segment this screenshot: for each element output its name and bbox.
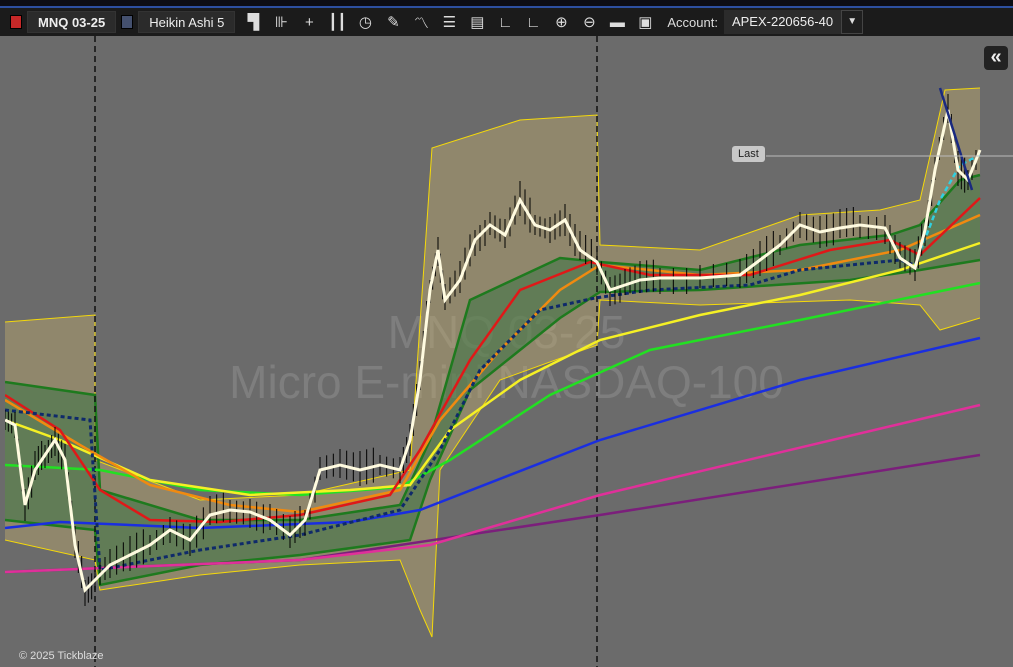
account-label: Account: <box>667 14 718 30</box>
window-top-bar <box>0 0 1013 8</box>
axis-icon[interactable]: ∟ <box>491 14 519 31</box>
account-selector[interactable]: APEX-220656-40 <box>723 10 842 34</box>
chevron-down-icon[interactable]: ▼ <box>841 10 864 34</box>
symbol-color-swatch[interactable] <box>10 15 22 29</box>
price-chart[interactable] <box>5 36 1013 667</box>
folder-icon[interactable]: ▬ <box>603 14 631 31</box>
collapse-panel-button[interactable]: « <box>984 46 1008 70</box>
save-icon[interactable]: ▣ <box>631 13 659 31</box>
crosshair-icon[interactable]: + <box>295 14 323 31</box>
indicator-icon[interactable]: 〽 <box>407 12 435 33</box>
layout-icon[interactable]: ▜ <box>239 13 267 31</box>
list-icon[interactable]: ☰ <box>435 13 463 31</box>
zoom-out-icon[interactable]: ⊖ <box>575 13 603 31</box>
report-icon[interactable]: ▤ <box>463 13 491 31</box>
clock-icon[interactable]: ◷ <box>351 13 379 31</box>
chart-toolbar: MNQ 03-25 Heikin Ashi 5 ▜ ⊪ + ┃┃ ◷ ✎ 〽 ☰… <box>0 8 1013 36</box>
zoom-in-icon[interactable]: ⊕ <box>547 13 575 31</box>
copyright: © 2025 Tickblaze <box>19 650 104 662</box>
timeframe-color-swatch[interactable] <box>121 15 134 29</box>
axis-alt-icon[interactable]: ∟ <box>519 14 547 31</box>
pencil-icon[interactable]: ✎ <box>379 13 407 31</box>
symbol-selector[interactable]: MNQ 03-25 <box>27 11 117 33</box>
timeframe-selector[interactable]: Heikin Ashi 5 <box>138 11 236 33</box>
chart-scale-icon[interactable]: ⊪ <box>267 13 295 31</box>
candlestick-icon[interactable]: ┃┃ <box>323 13 351 31</box>
last-price-label: Last <box>732 146 765 162</box>
